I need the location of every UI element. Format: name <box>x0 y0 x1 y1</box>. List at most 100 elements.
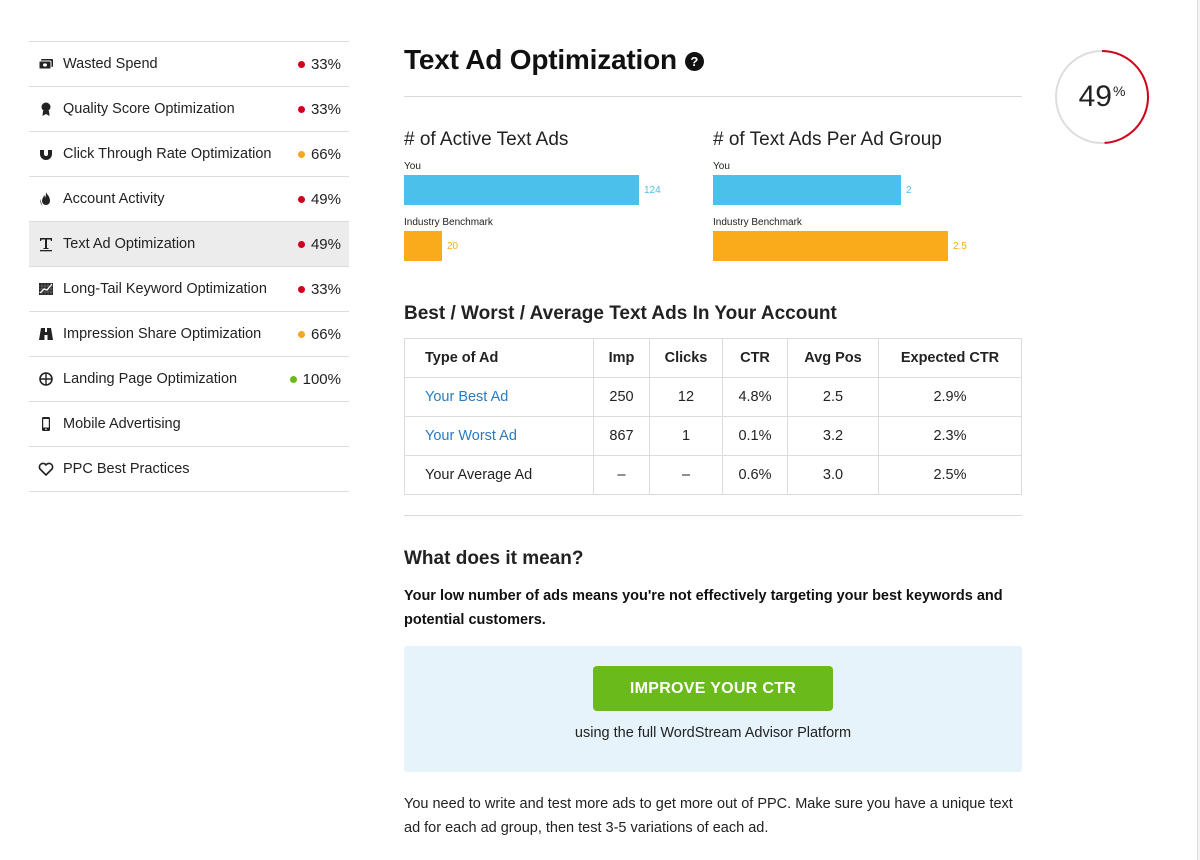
score-value: 49 <box>1078 80 1112 113</box>
status-dot-icon <box>297 285 305 293</box>
sidebar-item-label: Quality Score Optimization <box>63 101 235 117</box>
bar-label-benchmark: Industry Benchmark <box>404 217 493 228</box>
meaning-summary: Your low number of ads means you're not … <box>404 588 1003 628</box>
cell-clicks: – <box>649 455 723 495</box>
help-icon[interactable]: ? <box>684 52 704 71</box>
worst-ad-link[interactable]: Your Worst Ad <box>425 428 517 444</box>
charts-row: # of Active Text Ads You 124 Industry Be… <box>404 129 1022 273</box>
sidebar-item-label: Long-Tail Keyword Optimization <box>63 281 267 297</box>
chart-ads-per-group: # of Text Ads Per Ad Group You 2 Industr… <box>713 129 1022 273</box>
col-clicks: Clicks <box>649 338 723 378</box>
score-value: 66% <box>310 325 341 343</box>
status-dot-icon <box>297 330 305 338</box>
bar-benchmark <box>404 231 442 261</box>
cta-box: IMPROVE YOUR CTR using the full WordStre… <box>404 646 1022 772</box>
cell-avg-pos: 3.2 <box>787 416 879 456</box>
col-imp: Imp <box>593 338 650 378</box>
score-ring: 49 % <box>1054 49 1150 145</box>
sidebar-item-mobile-advertising[interactable]: Mobile Advertising <box>29 402 349 447</box>
table-row: Your Average Ad – – 0.6% 3.0 2.5% <box>404 455 1022 495</box>
cell-imp: 250 <box>593 377 650 417</box>
divider <box>404 515 1022 516</box>
cell-type: Your Worst Ad <box>404 416 594 456</box>
sidebar-item-score: 33% <box>297 280 341 298</box>
cell-imp: – <box>593 455 650 495</box>
improve-ctr-button[interactable]: IMPROVE YOUR CTR <box>593 666 833 711</box>
chart-title: # of Active Text Ads <box>404 129 569 150</box>
score-value: 49% <box>310 235 341 253</box>
score-value: 49% <box>310 190 341 208</box>
sidebar-item-score: 49% <box>297 235 341 253</box>
bar-you <box>713 175 901 205</box>
bar-row-you: 2 <box>713 175 1022 205</box>
sidebar-item-score: 49% <box>297 190 341 208</box>
col-ctr: CTR <box>722 338 788 378</box>
heart-icon <box>37 460 55 478</box>
status-dot-icon <box>289 375 297 383</box>
cell-type: Your Average Ad <box>404 455 594 495</box>
cell-type: Your Best Ad <box>404 377 594 417</box>
best-ad-link[interactable]: Your Best Ad <box>425 389 508 405</box>
sidebar-item-account-activity[interactable]: Account Activity 49% <box>29 177 349 222</box>
advice-text: You need to write and test more ads to g… <box>404 796 1013 836</box>
sidebar-item-label: Click Through Rate Optimization <box>63 146 272 162</box>
bar-label-you: You <box>713 161 730 172</box>
score-text: 49 % <box>1054 49 1150 145</box>
score-value: 33% <box>310 55 341 73</box>
sidebar-item-score: 66% <box>297 145 341 163</box>
chart-icon <box>37 280 55 298</box>
col-type: Type of Ad <box>404 338 594 378</box>
cell-expected-ctr: 2.3% <box>878 416 1022 456</box>
fire-icon <box>37 190 55 208</box>
meaning-title: What does it mean? <box>404 548 584 569</box>
cell-expected-ctr: 2.9% <box>878 377 1022 417</box>
mobile-icon <box>37 415 55 433</box>
sidebar-item-quality-score-optimization[interactable]: Quality Score Optimization 33% <box>29 87 349 132</box>
scrollbar-track[interactable] <box>1197 0 1198 860</box>
sidebar-item-score: 33% <box>297 101 341 118</box>
bar-label-benchmark: Industry Benchmark <box>713 217 802 228</box>
col-avg-pos: Avg Pos <box>787 338 879 378</box>
title-row: Text Ad Optimization ? <box>404 40 1022 80</box>
crosshair-icon <box>37 370 55 388</box>
status-dot-icon <box>297 195 305 203</box>
bar-benchmark <box>713 231 948 261</box>
sidebar-item-label: Account Activity <box>63 191 165 207</box>
binoculars-icon <box>37 325 55 343</box>
status-dot-icon <box>297 240 305 248</box>
score-value: 66% <box>310 145 341 163</box>
main-content: Text Ad Optimization ? # of Active Text … <box>404 40 1022 840</box>
sidebar-item-label: Landing Page Optimization <box>63 371 238 387</box>
cell-avg-pos: 2.5 <box>787 377 879 417</box>
score-value: 33% <box>310 280 341 298</box>
cell-imp: 867 <box>593 416 650 456</box>
bar-value-benchmark: 20 <box>447 240 459 252</box>
bar-value-you: 2 <box>906 184 912 196</box>
sidebar-item-ppc-best-practices[interactable]: PPC Best Practices <box>29 447 349 492</box>
sidebar-item-long-tail-keyword-optimization[interactable]: Long-Tail Keyword Optimization 33% <box>29 267 349 312</box>
sidebar-item-wasted-spend[interactable]: Wasted Spend 33% <box>29 42 349 87</box>
cell-ctr: 4.8% <box>722 377 788 417</box>
status-dot-icon <box>297 105 305 113</box>
score-value: 100% <box>302 370 341 388</box>
bar-label-you: You <box>404 161 421 172</box>
sidebar-item-landing-page-optimization[interactable]: Landing Page Optimization 100% <box>29 357 349 402</box>
score-suffix: % <box>1112 83 1126 99</box>
status-dot-icon <box>297 60 305 68</box>
sidebar-item-score: 33% <box>297 55 341 73</box>
sidebar-item-text-ad-optimization[interactable]: Text Ad Optimization 49% <box>29 222 349 267</box>
cell-avg-pos: 3.0 <box>787 455 879 495</box>
table-row: Your Worst Ad 867 1 0.1% 3.2 2.3% <box>404 416 1022 456</box>
sidebar-item-label: Text Ad Optimization <box>63 236 196 252</box>
sidebar-nav: Wasted Spend 33% Quality Score Optimizatio… <box>29 41 349 492</box>
sidebar-item-score: 66% <box>297 325 341 343</box>
cell-ctr: 0.1% <box>722 416 788 456</box>
ads-table: Type of Ad Imp Clicks CTR Avg Pos Expect… <box>404 338 1022 495</box>
sidebar-item-impression-share-optimization[interactable]: Impression Share Optimization 66% <box>29 312 349 357</box>
bar-value-you: 124 <box>644 184 661 196</box>
cell-clicks: 1 <box>649 416 723 456</box>
status-dot-icon <box>297 150 305 158</box>
table-row: Your Best Ad 250 12 4.8% 2.5 2.9% <box>404 377 1022 417</box>
sidebar-item-click-through-rate-optimization[interactable]: Click Through Rate Optimization 66% <box>29 132 349 177</box>
magnet-icon <box>37 145 55 163</box>
